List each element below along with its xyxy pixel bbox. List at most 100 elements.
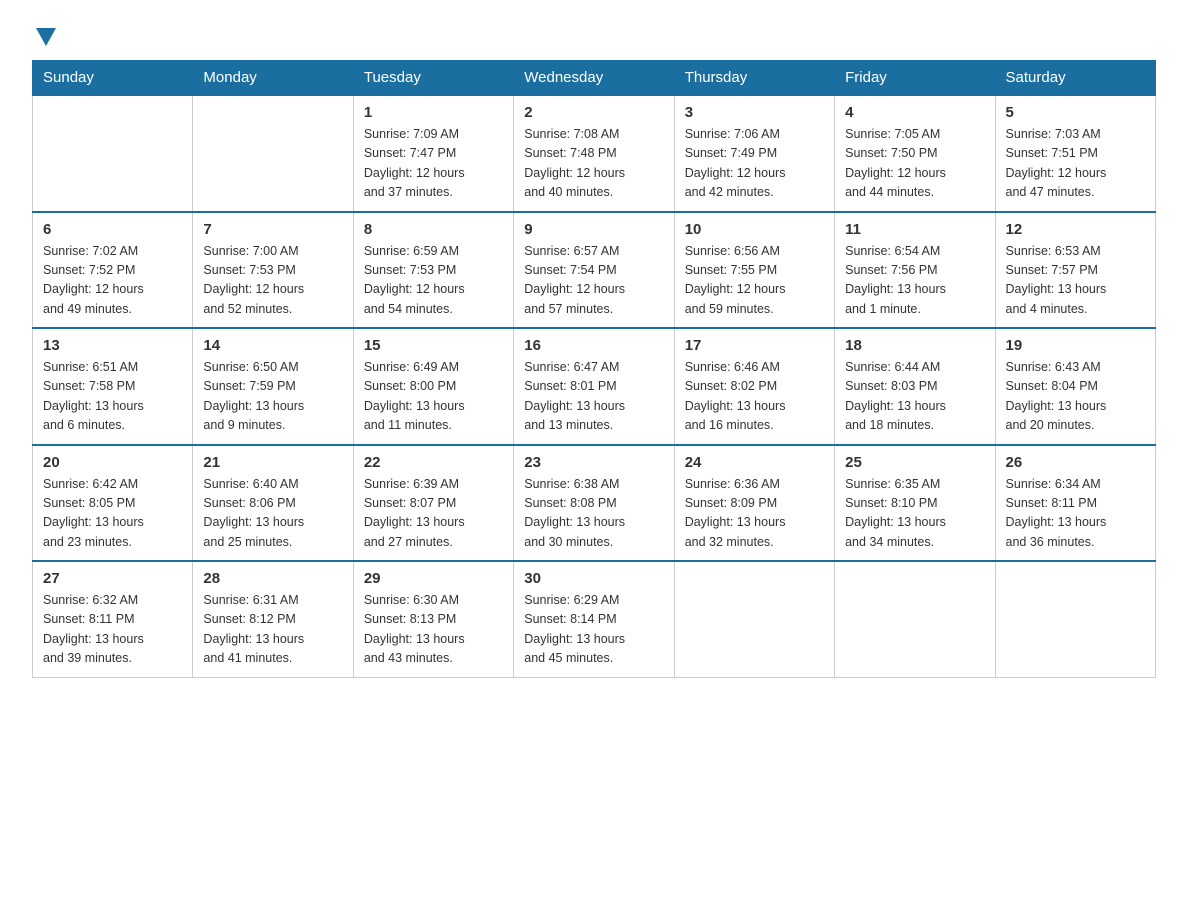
day-info: Sunrise: 6:38 AM Sunset: 8:08 PM Dayligh… — [524, 475, 663, 553]
day-info: Sunrise: 6:32 AM Sunset: 8:11 PM Dayligh… — [43, 591, 182, 669]
day-info: Sunrise: 6:56 AM Sunset: 7:55 PM Dayligh… — [685, 242, 824, 320]
calendar-cell: 4 Sunrise: 7:05 AM Sunset: 7:50 PM Daylig… — [835, 95, 995, 212]
day-number: 6 — [43, 221, 182, 238]
day-number: 21 — [203, 454, 342, 471]
weekday-header-wednesday: Wednesday — [514, 61, 674, 96]
day-number: 7 — [203, 221, 342, 238]
day-number: 12 — [1006, 221, 1145, 238]
day-info: Sunrise: 6:44 AM Sunset: 8:03 PM Dayligh… — [845, 358, 984, 436]
calendar-cell: 1 Sunrise: 7:09 AM Sunset: 7:47 PM Daylig… — [353, 95, 513, 212]
logo — [32, 24, 56, 44]
calendar-cell: 26Sunrise: 6:34 AM Sunset: 8:11 PM Dayli… — [995, 445, 1155, 562]
day-number: 19 — [1006, 337, 1145, 354]
day-number: 28 — [203, 570, 342, 587]
day-info: Sunrise: 6:39 AM Sunset: 8:07 PM Dayligh… — [364, 475, 503, 553]
calendar-cell: 7 Sunrise: 7:00 AM Sunset: 7:53 PM Daylig… — [193, 212, 353, 329]
calendar-cell: 28 Sunrise: 6:31 AM Sunset: 8:12 PM Dayli… — [193, 561, 353, 677]
calendar-week-row: 1 Sunrise: 7:09 AM Sunset: 7:47 PM Daylig… — [33, 95, 1156, 212]
day-number: 15 — [364, 337, 503, 354]
weekday-header-sunday: Sunday — [33, 61, 193, 96]
day-info: Sunrise: 6:47 AM Sunset: 8:01 PM Dayligh… — [524, 358, 663, 436]
calendar-table: SundayMondayTuesdayWednesdayThursdayFrid… — [32, 60, 1156, 678]
weekday-header-thursday: Thursday — [674, 61, 834, 96]
day-number: 14 — [203, 337, 342, 354]
day-number: 10 — [685, 221, 824, 238]
day-info: Sunrise: 7:06 AM Sunset: 7:49 PM Dayligh… — [685, 125, 824, 203]
day-number: 17 — [685, 337, 824, 354]
day-number: 18 — [845, 337, 984, 354]
calendar-cell: 8 Sunrise: 6:59 AM Sunset: 7:53 PM Daylig… — [353, 212, 513, 329]
day-number: 20 — [43, 454, 182, 471]
day-info: Sunrise: 6:57 AM Sunset: 7:54 PM Dayligh… — [524, 242, 663, 320]
day-number: 24 — [685, 454, 824, 471]
calendar-week-row: 20 Sunrise: 6:42 AM Sunset: 8:05 PM Dayli… — [33, 445, 1156, 562]
weekday-header-row: SundayMondayTuesdayWednesdayThursdayFrid… — [33, 61, 1156, 96]
day-info: Sunrise: 7:09 AM Sunset: 7:47 PM Dayligh… — [364, 125, 503, 203]
day-number: 13 — [43, 337, 182, 354]
day-number: 2 — [524, 104, 663, 121]
weekday-header-monday: Monday — [193, 61, 353, 96]
calendar-cell: 19 Sunrise: 6:43 AM Sunset: 8:04 PM Dayli… — [995, 328, 1155, 445]
calendar-cell: 5 Sunrise: 7:03 AM Sunset: 7:51 PM Daylig… — [995, 95, 1155, 212]
day-info: Sunrise: 6:46 AM Sunset: 8:02 PM Dayligh… — [685, 358, 824, 436]
calendar-cell: 6 Sunrise: 7:02 AM Sunset: 7:52 PM Daylig… — [33, 212, 193, 329]
day-info: Sunrise: 6:50 AM Sunset: 7:59 PM Dayligh… — [203, 358, 342, 436]
calendar-cell: 2Sunrise: 7:08 AM Sunset: 7:48 PM Daylig… — [514, 95, 674, 212]
calendar-cell — [33, 95, 193, 212]
calendar-cell: 15 Sunrise: 6:49 AM Sunset: 8:00 PM Dayli… — [353, 328, 513, 445]
day-info: Sunrise: 7:00 AM Sunset: 7:53 PM Dayligh… — [203, 242, 342, 320]
calendar-cell: 29 Sunrise: 6:30 AM Sunset: 8:13 PM Dayli… — [353, 561, 513, 677]
day-info: Sunrise: 7:03 AM Sunset: 7:51 PM Dayligh… — [1006, 125, 1145, 203]
day-number: 4 — [845, 104, 984, 121]
day-info: Sunrise: 6:35 AM Sunset: 8:10 PM Dayligh… — [845, 475, 984, 553]
day-number: 30 — [524, 570, 663, 587]
day-info: Sunrise: 6:51 AM Sunset: 7:58 PM Dayligh… — [43, 358, 182, 436]
logo-triangle-icon — [36, 28, 56, 46]
day-info: Sunrise: 6:36 AM Sunset: 8:09 PM Dayligh… — [685, 475, 824, 553]
calendar-week-row: 13 Sunrise: 6:51 AM Sunset: 7:58 PM Dayli… — [33, 328, 1156, 445]
calendar-cell — [995, 561, 1155, 677]
calendar-cell — [193, 95, 353, 212]
day-info: Sunrise: 6:34 AM Sunset: 8:11 PM Dayligh… — [1006, 475, 1145, 553]
day-info: Sunrise: 7:05 AM Sunset: 7:50 PM Dayligh… — [845, 125, 984, 203]
day-number: 22 — [364, 454, 503, 471]
day-info: Sunrise: 6:40 AM Sunset: 8:06 PM Dayligh… — [203, 475, 342, 553]
day-info: Sunrise: 6:42 AM Sunset: 8:05 PM Dayligh… — [43, 475, 182, 553]
calendar-cell: 25 Sunrise: 6:35 AM Sunset: 8:10 PM Dayli… — [835, 445, 995, 562]
day-info: Sunrise: 6:43 AM Sunset: 8:04 PM Dayligh… — [1006, 358, 1145, 436]
calendar-cell: 21 Sunrise: 6:40 AM Sunset: 8:06 PM Dayli… — [193, 445, 353, 562]
day-number: 11 — [845, 221, 984, 238]
calendar-cell: 22 Sunrise: 6:39 AM Sunset: 8:07 PM Dayli… — [353, 445, 513, 562]
calendar-cell: 23 Sunrise: 6:38 AM Sunset: 8:08 PM Dayli… — [514, 445, 674, 562]
calendar-cell — [674, 561, 834, 677]
day-info: Sunrise: 6:29 AM Sunset: 8:14 PM Dayligh… — [524, 591, 663, 669]
day-number: 1 — [364, 104, 503, 121]
day-info: Sunrise: 6:31 AM Sunset: 8:12 PM Dayligh… — [203, 591, 342, 669]
calendar-cell: 14 Sunrise: 6:50 AM Sunset: 7:59 PM Dayli… — [193, 328, 353, 445]
day-number: 5 — [1006, 104, 1145, 121]
day-number: 23 — [524, 454, 663, 471]
calendar-cell: 20 Sunrise: 6:42 AM Sunset: 8:05 PM Dayli… — [33, 445, 193, 562]
calendar-cell — [835, 561, 995, 677]
calendar-cell: 16Sunrise: 6:47 AM Sunset: 8:01 PM Dayli… — [514, 328, 674, 445]
day-info: Sunrise: 6:30 AM Sunset: 8:13 PM Dayligh… — [364, 591, 503, 669]
page-header — [32, 24, 1156, 44]
weekday-header-friday: Friday — [835, 61, 995, 96]
day-number: 25 — [845, 454, 984, 471]
day-number: 29 — [364, 570, 503, 587]
day-number: 8 — [364, 221, 503, 238]
calendar-cell: 3 Sunrise: 7:06 AM Sunset: 7:49 PM Daylig… — [674, 95, 834, 212]
calendar-cell: 13 Sunrise: 6:51 AM Sunset: 7:58 PM Dayli… — [33, 328, 193, 445]
day-number: 3 — [685, 104, 824, 121]
weekday-header-saturday: Saturday — [995, 61, 1155, 96]
day-number: 27 — [43, 570, 182, 587]
calendar-cell: 9Sunrise: 6:57 AM Sunset: 7:54 PM Daylig… — [514, 212, 674, 329]
calendar-cell: 11Sunrise: 6:54 AM Sunset: 7:56 PM Dayli… — [835, 212, 995, 329]
day-info: Sunrise: 7:02 AM Sunset: 7:52 PM Dayligh… — [43, 242, 182, 320]
day-info: Sunrise: 6:59 AM Sunset: 7:53 PM Dayligh… — [364, 242, 503, 320]
day-info: Sunrise: 6:49 AM Sunset: 8:00 PM Dayligh… — [364, 358, 503, 436]
calendar-cell: 27 Sunrise: 6:32 AM Sunset: 8:11 PM Dayli… — [33, 561, 193, 677]
day-info: Sunrise: 6:53 AM Sunset: 7:57 PM Dayligh… — [1006, 242, 1145, 320]
weekday-header-tuesday: Tuesday — [353, 61, 513, 96]
calendar-cell: 12 Sunrise: 6:53 AM Sunset: 7:57 PM Dayli… — [995, 212, 1155, 329]
